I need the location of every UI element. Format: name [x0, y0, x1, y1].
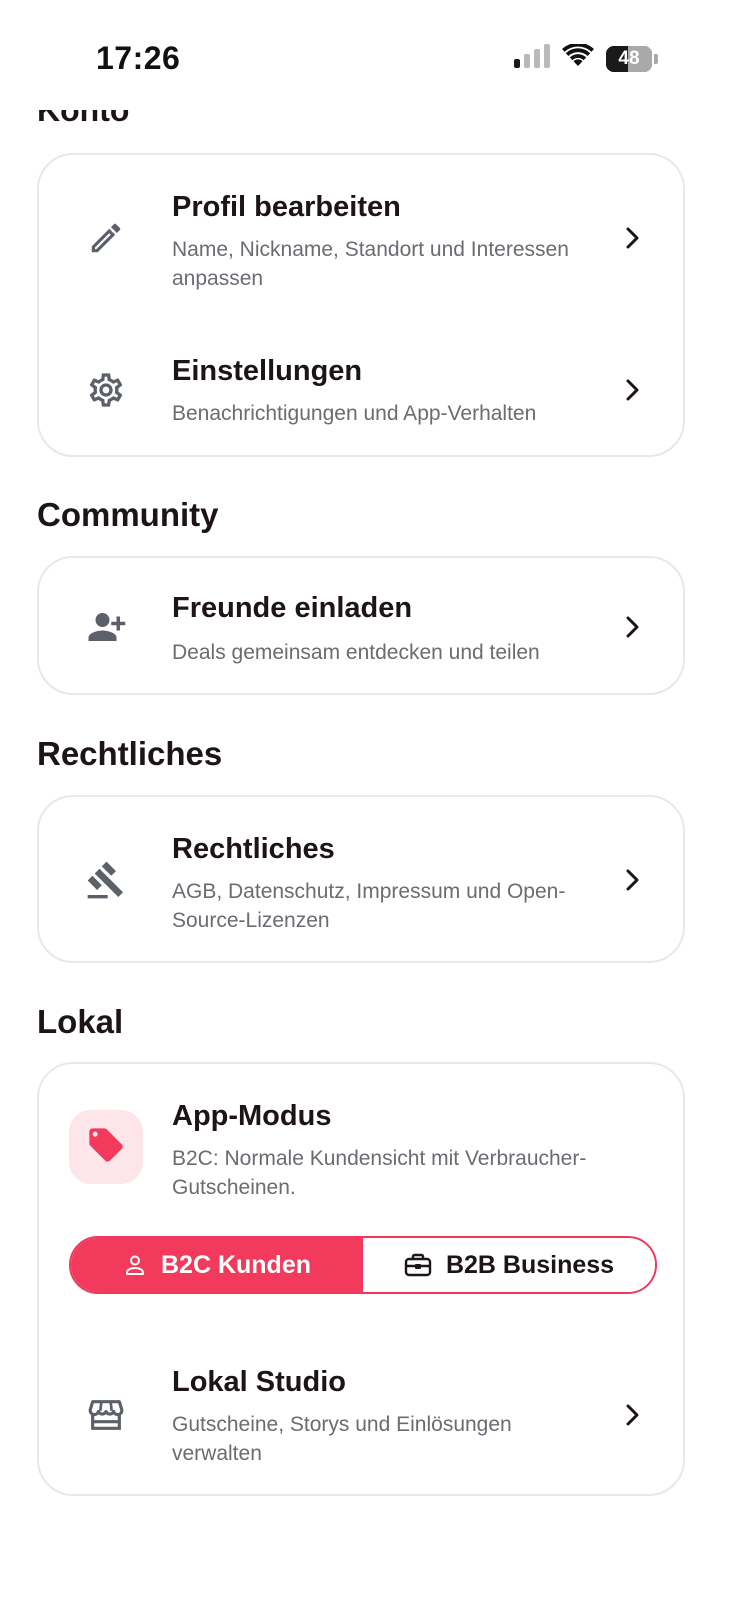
- section-title-lokal: Lokal: [37, 1003, 124, 1040]
- profile-edit-subtitle: Name, Nickname, Standort und Interessen …: [172, 238, 569, 290]
- app-mode-toggle: B2C Kunden B2B Business: [69, 1236, 657, 1294]
- chevron-right-icon: [623, 377, 643, 403]
- app-mode-title: App-Modus: [172, 1100, 332, 1132]
- person-icon: [123, 1253, 147, 1277]
- status-icons: 48: [514, 42, 658, 73]
- b2b-mode-label: B2B Business: [445, 1250, 615, 1279]
- wifi-icon: [562, 42, 594, 73]
- b2c-mode-label: B2C Kunden: [161, 1250, 311, 1279]
- profile-edit-title: Profil bearbeiten: [172, 191, 401, 223]
- section-title-community: Community: [37, 496, 219, 533]
- invite-friends-subtitle: Deals gemeinsam entdecken und teilen: [172, 641, 540, 664]
- battery-cap: [654, 53, 658, 64]
- tag-icon: [86, 1125, 126, 1170]
- gavel-icon: [85, 859, 127, 901]
- app-mode-subtitle: B2C: Normale Kundensicht mit Verbraucher…: [172, 1147, 587, 1199]
- invite-friends-row[interactable]: Freunde einladen Deals gemeinsam entdeck…: [39, 558, 683, 695]
- lokal-card: App-Modus B2C: Normale Kundensicht mit V…: [37, 1062, 685, 1496]
- legal-row[interactable]: Rechtliches AGB, Datenschutz, Impressum …: [39, 797, 683, 963]
- b2c-mode-option[interactable]: B2C Kunden: [71, 1238, 363, 1292]
- b2b-mode-option[interactable]: B2B Business: [363, 1238, 655, 1292]
- chevron-right-icon: [623, 1402, 643, 1428]
- app-mode-row: App-Modus B2C: Normale Kundensicht mit V…: [39, 1064, 683, 1214]
- status-bar: 17:26 48: [0, 0, 736, 110]
- lokal-studio-row[interactable]: Lokal Studio Gutscheine, Storys und Einl…: [39, 1334, 683, 1494]
- chevron-right-icon: [623, 225, 643, 251]
- chevron-right-icon: [623, 867, 643, 893]
- battery-icon: 48: [606, 45, 652, 72]
- storefront-icon: [85, 1394, 127, 1436]
- status-time: 17:26: [96, 40, 181, 76]
- battery-level: 48: [618, 47, 640, 69]
- konto-card: Profil bearbeiten Name, Nickname, Stando…: [37, 153, 685, 457]
- legal-title: Rechtliches: [172, 833, 335, 865]
- signal-icon: [514, 44, 550, 73]
- profile-edit-row[interactable]: Profil bearbeiten Name, Nickname, Stando…: [39, 155, 683, 307]
- briefcase-icon: [404, 1252, 432, 1278]
- lokal-studio-subtitle: Gutscheine, Storys und Einlösungen verwa…: [172, 1413, 512, 1465]
- community-card: Freunde einladen Deals gemeinsam entdeck…: [37, 556, 685, 695]
- tag-icon-badge: [69, 1110, 143, 1184]
- section-title-rechtliches: Rechtliches: [37, 735, 223, 772]
- legal-subtitle: AGB, Datenschutz, Impressum und Open-Sou…: [172, 880, 566, 932]
- person-add-icon: [85, 606, 127, 648]
- pencil-icon: [85, 217, 127, 259]
- legal-card: Rechtliches AGB, Datenschutz, Impressum …: [37, 795, 685, 963]
- invite-friends-title: Freunde einladen: [172, 592, 413, 624]
- settings-subtitle: Benachrichtigungen und App-Verhalten: [172, 402, 537, 425]
- settings-row[interactable]: Einstellungen Benachrichtigungen und App…: [39, 307, 683, 457]
- settings-title: Einstellungen: [172, 355, 363, 387]
- gear-icon: [85, 369, 127, 411]
- lokal-studio-title: Lokal Studio: [172, 1366, 346, 1398]
- chevron-right-icon: [623, 614, 643, 640]
